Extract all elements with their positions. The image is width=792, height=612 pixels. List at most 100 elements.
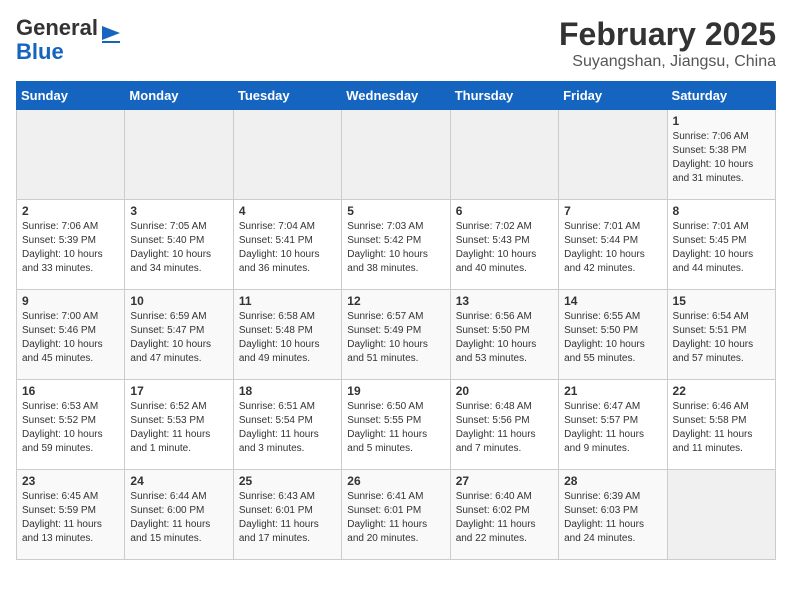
calendar-cell: 8 Sunrise: 7:01 AM Sunset: 5:45 PM Daylig…	[667, 200, 775, 290]
day-info: Sunrise: 6:39 AM Sunset: 6:03 PM Dayligh…	[564, 490, 661, 546]
day-info: Sunrise: 7:00 AM Sunset: 5:46 PM Dayligh…	[22, 310, 119, 366]
day-number: 18	[239, 384, 336, 398]
day-info: Sunrise: 6:43 AM Sunset: 6:01 PM Dayligh…	[239, 490, 336, 546]
day-number: 26	[347, 474, 444, 488]
day-number: 4	[239, 204, 336, 218]
week-row-4: 16 Sunrise: 6:53 AM Sunset: 5:52 PM Dayli…	[17, 380, 776, 470]
day-number: 7	[564, 204, 661, 218]
calendar-cell: 23Sunrise: 6:45 AM Sunset: 5:59 PM Dayli…	[17, 470, 125, 560]
day-number: 15	[673, 294, 770, 308]
calendar-cell: 15 Sunrise: 6:54 AM Sunset: 5:51 PM Dayli…	[667, 290, 775, 380]
calendar-cell	[342, 110, 450, 200]
calendar-cell: 16 Sunrise: 6:53 AM Sunset: 5:52 PM Dayli…	[17, 380, 125, 470]
day-info: Sunrise: 6:54 AM Sunset: 5:51 PM Dayligh…	[673, 310, 770, 366]
day-number: 13	[456, 294, 553, 308]
day-number: 2	[22, 204, 119, 218]
day-number: 20	[456, 384, 553, 398]
header-day-sunday: Sunday	[17, 82, 125, 110]
day-number: 16	[22, 384, 119, 398]
logo: General Blue	[16, 16, 124, 64]
day-number: 6	[456, 204, 553, 218]
day-info: Sunrise: 6:50 AM Sunset: 5:55 PM Dayligh…	[347, 400, 444, 456]
calendar-cell	[125, 110, 233, 200]
calendar-cell: 11Sunrise: 6:58 AM Sunset: 5:48 PM Dayli…	[233, 290, 341, 380]
day-info: Sunrise: 6:53 AM Sunset: 5:52 PM Dayligh…	[22, 400, 119, 456]
header-day-tuesday: Tuesday	[233, 82, 341, 110]
header-day-monday: Monday	[125, 82, 233, 110]
week-row-3: 9 Sunrise: 7:00 AM Sunset: 5:46 PM Daylig…	[17, 290, 776, 380]
day-number: 25	[239, 474, 336, 488]
calendar-cell: 12 Sunrise: 6:57 AM Sunset: 5:49 PM Dayli…	[342, 290, 450, 380]
day-info: Sunrise: 7:01 AM Sunset: 5:44 PM Dayligh…	[564, 220, 661, 276]
calendar-cell: 1 Sunrise: 7:06 AM Sunset: 5:38 PM Daylig…	[667, 110, 775, 200]
header-day-saturday: Saturday	[667, 82, 775, 110]
day-info: Sunrise: 6:47 AM Sunset: 5:57 PM Dayligh…	[564, 400, 661, 456]
week-row-2: 2 Sunrise: 7:06 AM Sunset: 5:39 PM Daylig…	[17, 200, 776, 290]
calendar-cell	[559, 110, 667, 200]
calendar-cell: 26 Sunrise: 6:41 AM Sunset: 6:01 PM Dayli…	[342, 470, 450, 560]
day-number: 19	[347, 384, 444, 398]
calendar-cell: 17 Sunrise: 6:52 AM Sunset: 5:53 PM Dayli…	[125, 380, 233, 470]
day-number: 23	[22, 474, 119, 488]
day-number: 10	[130, 294, 227, 308]
header-day-friday: Friday	[559, 82, 667, 110]
calendar-cell: 22 Sunrise: 6:46 AM Sunset: 5:58 PM Dayli…	[667, 380, 775, 470]
day-info: Sunrise: 6:52 AM Sunset: 5:53 PM Dayligh…	[130, 400, 227, 456]
calendar-cell: 9 Sunrise: 7:00 AM Sunset: 5:46 PM Daylig…	[17, 290, 125, 380]
calendar-cell: 19 Sunrise: 6:50 AM Sunset: 5:55 PM Dayli…	[342, 380, 450, 470]
day-info: Sunrise: 7:03 AM Sunset: 5:42 PM Dayligh…	[347, 220, 444, 276]
day-number: 11	[239, 294, 336, 308]
header-row: SundayMondayTuesdayWednesdayThursdayFrid…	[17, 82, 776, 110]
calendar-cell: 24Sunrise: 6:44 AM Sunset: 6:00 PM Dayli…	[125, 470, 233, 560]
logo-blue: Blue	[16, 40, 64, 64]
calendar-table: SundayMondayTuesdayWednesdayThursdayFrid…	[16, 81, 776, 560]
calendar-cell: 28 Sunrise: 6:39 AM Sunset: 6:03 PM Dayli…	[559, 470, 667, 560]
calendar-cell: 10 Sunrise: 6:59 AM Sunset: 5:47 PM Dayli…	[125, 290, 233, 380]
day-number: 17	[130, 384, 227, 398]
day-number: 8	[673, 204, 770, 218]
calendar-cell: 14 Sunrise: 6:55 AM Sunset: 5:50 PM Dayli…	[559, 290, 667, 380]
calendar-cell: 3Sunrise: 7:05 AM Sunset: 5:40 PM Daylig…	[125, 200, 233, 290]
calendar-cell: 27Sunrise: 6:40 AM Sunset: 6:02 PM Dayli…	[450, 470, 558, 560]
week-row-5: 23Sunrise: 6:45 AM Sunset: 5:59 PM Dayli…	[17, 470, 776, 560]
calendar-cell	[450, 110, 558, 200]
logo-general: General	[16, 16, 98, 40]
day-info: Sunrise: 7:01 AM Sunset: 5:45 PM Dayligh…	[673, 220, 770, 276]
day-info: Sunrise: 7:06 AM Sunset: 5:38 PM Dayligh…	[673, 130, 770, 186]
day-number: 9	[22, 294, 119, 308]
day-number: 27	[456, 474, 553, 488]
calendar-cell: 18Sunrise: 6:51 AM Sunset: 5:54 PM Dayli…	[233, 380, 341, 470]
day-number: 28	[564, 474, 661, 488]
day-number: 12	[347, 294, 444, 308]
day-info: Sunrise: 6:59 AM Sunset: 5:47 PM Dayligh…	[130, 310, 227, 366]
logo-icon	[102, 22, 124, 44]
week-row-1: 1 Sunrise: 7:06 AM Sunset: 5:38 PM Daylig…	[17, 110, 776, 200]
calendar-cell: 20 Sunrise: 6:48 AM Sunset: 5:56 PM Dayli…	[450, 380, 558, 470]
day-info: Sunrise: 7:04 AM Sunset: 5:41 PM Dayligh…	[239, 220, 336, 276]
calendar-cell: 2 Sunrise: 7:06 AM Sunset: 5:39 PM Daylig…	[17, 200, 125, 290]
day-info: Sunrise: 6:44 AM Sunset: 6:00 PM Dayligh…	[130, 490, 227, 546]
calendar-cell: 5 Sunrise: 7:03 AM Sunset: 5:42 PM Daylig…	[342, 200, 450, 290]
calendar-cell: 6 Sunrise: 7:02 AM Sunset: 5:43 PM Daylig…	[450, 200, 558, 290]
header-day-wednesday: Wednesday	[342, 82, 450, 110]
day-number: 14	[564, 294, 661, 308]
day-number: 5	[347, 204, 444, 218]
day-info: Sunrise: 6:46 AM Sunset: 5:58 PM Dayligh…	[673, 400, 770, 456]
calendar-cell: 21Sunrise: 6:47 AM Sunset: 5:57 PM Dayli…	[559, 380, 667, 470]
day-number: 22	[673, 384, 770, 398]
day-info: Sunrise: 7:06 AM Sunset: 5:39 PM Dayligh…	[22, 220, 119, 276]
day-info: Sunrise: 6:41 AM Sunset: 6:01 PM Dayligh…	[347, 490, 444, 546]
day-info: Sunrise: 6:57 AM Sunset: 5:49 PM Dayligh…	[347, 310, 444, 366]
day-info: Sunrise: 7:05 AM Sunset: 5:40 PM Dayligh…	[130, 220, 227, 276]
day-info: Sunrise: 7:02 AM Sunset: 5:43 PM Dayligh…	[456, 220, 553, 276]
day-info: Sunrise: 6:55 AM Sunset: 5:50 PM Dayligh…	[564, 310, 661, 366]
calendar-cell: 7 Sunrise: 7:01 AM Sunset: 5:44 PM Daylig…	[559, 200, 667, 290]
calendar-cell: 13 Sunrise: 6:56 AM Sunset: 5:50 PM Dayli…	[450, 290, 558, 380]
day-info: Sunrise: 6:48 AM Sunset: 5:56 PM Dayligh…	[456, 400, 553, 456]
calendar-cell: 4 Sunrise: 7:04 AM Sunset: 5:41 PM Daylig…	[233, 200, 341, 290]
day-info: Sunrise: 6:56 AM Sunset: 5:50 PM Dayligh…	[456, 310, 553, 366]
page-header: General Blue February 2025 Suyangshan, J…	[16, 16, 776, 71]
calendar-title: February 2025	[559, 16, 776, 53]
day-number: 1	[673, 114, 770, 128]
calendar-cell	[233, 110, 341, 200]
